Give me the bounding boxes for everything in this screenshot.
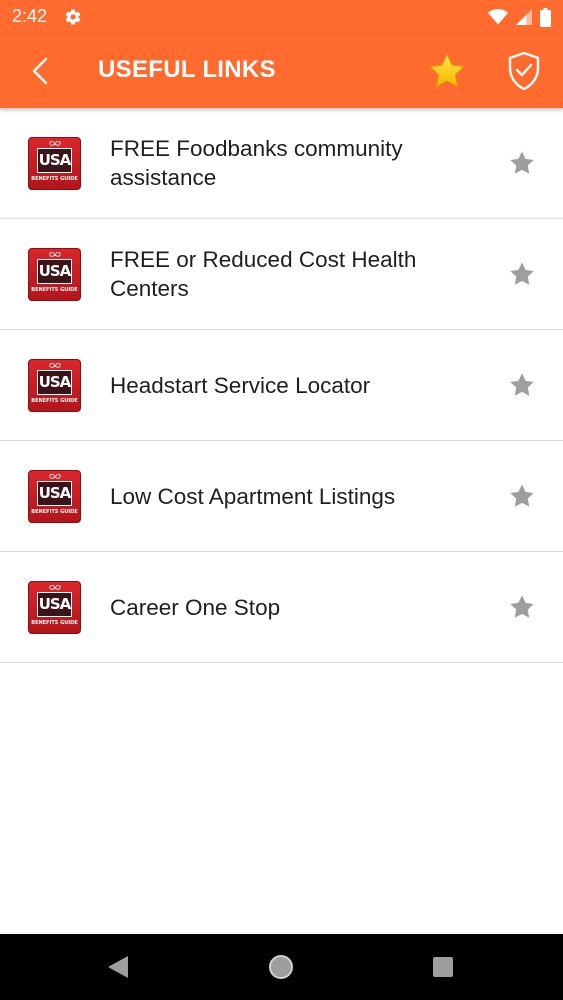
list-item[interactable]: USA BENEFITS GUIDE FREE Foodbanks commun… — [0, 108, 563, 219]
star-icon[interactable] — [509, 150, 535, 176]
page-title: USEFUL LINKS — [98, 56, 276, 83]
list-item-label: Headstart Service Locator — [110, 330, 480, 440]
list-item[interactable]: USA BENEFITS GUIDE Career One Stop — [0, 552, 563, 663]
usa-benefits-guide-logo-icon: USA BENEFITS GUIDE — [28, 137, 81, 190]
usa-benefits-guide-logo-icon: USA BENEFITS GUIDE — [28, 359, 81, 412]
list-item-label-text: Headstart Service Locator — [110, 372, 371, 398]
shield-check-icon — [508, 51, 540, 91]
bow-icon — [49, 362, 61, 368]
bow-icon — [49, 251, 61, 257]
list-item[interactable]: USA BENEFITS GUIDE Low Cost Apartment Li… — [0, 441, 563, 552]
star-icon[interactable] — [509, 372, 535, 398]
back-button[interactable] — [22, 52, 58, 90]
star-icon[interactable] — [509, 261, 535, 287]
status-time: 2:42 — [12, 6, 48, 26]
cell-signal-icon — [516, 9, 532, 25]
system-nav-bar — [0, 934, 563, 1000]
list-item[interactable]: USA BENEFITS GUIDE FREE or Reduced Cost … — [0, 219, 563, 330]
logo-text: USA — [38, 595, 72, 613]
status-icons — [488, 7, 551, 27]
status-bar: 2:42 — [0, 0, 563, 34]
bow-icon — [49, 584, 61, 590]
app-bar: USEFUL LINKS — [0, 34, 563, 108]
chevron-left-icon — [32, 57, 48, 85]
logo-text: USA — [38, 262, 72, 280]
shield-button[interactable] — [503, 50, 545, 92]
list-item[interactable]: USA BENEFITS GUIDE Headstart Service Loc… — [0, 330, 563, 441]
usa-benefits-guide-logo-icon: USA BENEFITS GUIDE — [28, 248, 81, 301]
logo-panel: USA — [37, 592, 72, 617]
logo-text: USA — [38, 373, 72, 391]
logo-panel: USA — [37, 370, 72, 395]
star-icon[interactable] — [509, 483, 535, 509]
useful-links-list: USA BENEFITS GUIDE FREE Foodbanks commun… — [0, 108, 563, 663]
usa-benefits-guide-logo-icon: USA BENEFITS GUIDE — [28, 470, 81, 523]
usa-benefits-guide-logo-icon: USA BENEFITS GUIDE — [28, 581, 81, 634]
logo-subtext: BENEFITS GUIDE — [31, 509, 78, 515]
star-icon — [429, 53, 465, 88]
logo-panel: USA — [37, 259, 72, 284]
nav-recents-square-icon[interactable] — [432, 956, 454, 978]
list-item-label: Low Cost Apartment Listings — [110, 441, 480, 551]
logo-subtext: BENEFITS GUIDE — [31, 287, 78, 293]
logo-panel: USA — [37, 148, 72, 173]
list-item-label-text: Low Cost Apartment Listings — [110, 483, 396, 509]
logo-subtext: BENEFITS GUIDE — [31, 620, 78, 626]
list-item-label: Career One Stop — [110, 552, 480, 662]
settings-gear-icon — [65, 9, 81, 25]
logo-text: USA — [38, 484, 72, 502]
bow-icon — [49, 473, 61, 479]
star-icon[interactable] — [509, 594, 535, 620]
nav-back-triangle-icon[interactable] — [106, 954, 130, 980]
list-item-label-text: FREE Foodbanks community assistance — [110, 136, 403, 190]
list-item-label-text: Career One Stop — [110, 594, 281, 620]
nav-home-circle-icon[interactable] — [268, 954, 294, 980]
battery-icon — [540, 7, 551, 27]
logo-subtext: BENEFITS GUIDE — [31, 176, 78, 182]
favorites-button[interactable] — [426, 50, 468, 92]
list-item-label: FREE Foodbanks community assistance — [110, 108, 480, 218]
bow-icon — [49, 140, 61, 146]
list-item-label: FREE or Reduced Cost Health Centers — [110, 219, 480, 329]
logo-text: USA — [38, 151, 72, 169]
logo-subtext: BENEFITS GUIDE — [31, 398, 78, 404]
logo-panel: USA — [37, 481, 72, 506]
list-item-label-text: FREE or Reduced Cost Health Centers — [110, 247, 417, 301]
wifi-icon — [488, 9, 508, 25]
